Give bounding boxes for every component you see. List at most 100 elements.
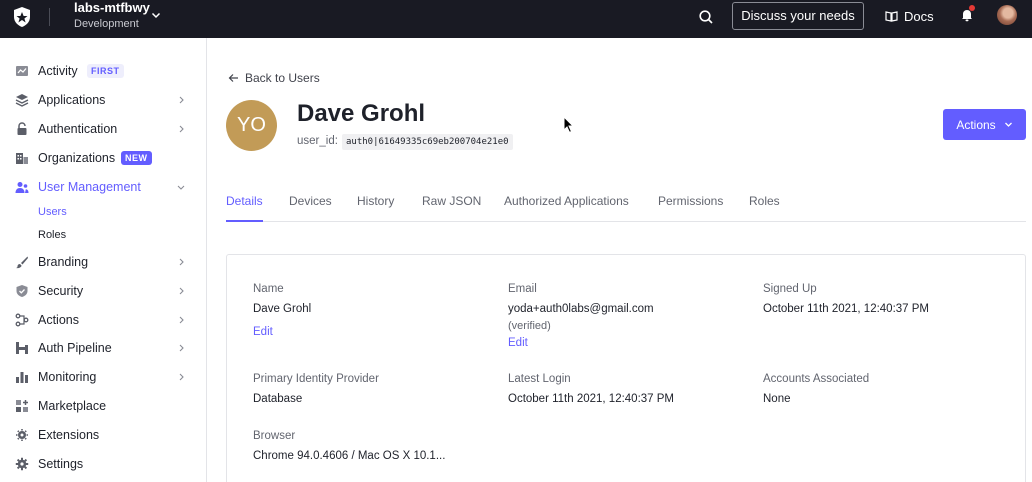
- identity-provider-value: Database: [253, 393, 303, 405]
- chevron-right-icon: [179, 373, 184, 381]
- chevron-down-icon: [177, 185, 185, 190]
- chevron-right-icon: [179, 316, 184, 324]
- sidebar-item-label: Auth Pipeline: [38, 341, 112, 355]
- grid-plus-icon: [16, 400, 28, 412]
- email-verified-note: (verified): [508, 320, 551, 332]
- sidebar-item-authentication[interactable]: Authentication: [0, 117, 206, 141]
- chevron-right-icon: [179, 125, 184, 133]
- chevron-right-icon: [179, 344, 184, 352]
- sidebar-item-label: Security: [38, 284, 84, 298]
- sidebar-item-label: User Management: [38, 180, 141, 194]
- layers-icon: [15, 94, 29, 107]
- sidebar-item-label: Applications: [38, 93, 106, 107]
- sidebar-item-monitoring[interactable]: Monitoring: [0, 365, 206, 389]
- sidebar-item-marketplace[interactable]: Marketplace: [0, 394, 206, 418]
- auth0-logo-icon[interactable]: [12, 6, 32, 28]
- user-id-label: user_id:: [297, 135, 338, 147]
- sidebar-item-label: Settings: [38, 457, 84, 471]
- tenant-switcher[interactable]: labs-mtfbwy Development: [74, 1, 150, 31]
- activity-icon: [16, 66, 28, 76]
- actions-label: Actions: [956, 117, 996, 132]
- mouse-cursor-icon: [563, 116, 575, 134]
- sidebar-subitem-roles[interactable]: Roles: [38, 229, 66, 241]
- email-label: Email: [508, 283, 537, 295]
- sidebar-item-label: Extensions: [38, 428, 100, 442]
- edit-email-link[interactable]: Edit: [508, 337, 528, 349]
- browser-label: Browser: [253, 430, 296, 442]
- notification-dot: [969, 5, 975, 11]
- tab-devices[interactable]: Devices: [289, 194, 332, 208]
- search-icon[interactable]: [697, 8, 715, 26]
- profile-avatar: YO: [226, 100, 277, 151]
- sidebar-item-user-management[interactable]: User Management: [0, 175, 206, 199]
- sidebar-item-label: Branding: [38, 255, 89, 269]
- user-id-value[interactable]: auth0|61649335c69eb200704e21e0: [342, 134, 513, 150]
- divider: [49, 8, 50, 26]
- back-to-users-link[interactable]: Back to Users: [228, 71, 320, 85]
- new-badge: NEW: [121, 151, 152, 165]
- latest-login-value: October 11th 2021, 12:40:37 PM: [508, 393, 675, 405]
- docs-label: Docs: [904, 8, 934, 24]
- sidebar-item-label: Actions: [38, 313, 79, 327]
- sidebar-item-applications[interactable]: Applications: [0, 88, 206, 112]
- sidebar-subitem-users[interactable]: Users: [38, 206, 67, 218]
- book-icon: [885, 11, 898, 22]
- signed-up-value: October 11th 2021, 12:40:37 PM: [763, 303, 930, 315]
- docs-link[interactable]: Docs: [885, 8, 934, 24]
- chevron-right-icon: [179, 258, 184, 266]
- sidebar-item-label: Activity: [38, 64, 78, 78]
- chevron-down-icon: [1004, 122, 1012, 127]
- chevron-right-icon: [179, 96, 184, 104]
- accounts-associated-label: Accounts Associated: [763, 373, 870, 385]
- tab-raw-json[interactable]: Raw JSON: [422, 194, 481, 208]
- sidebar-item-organizations[interactable]: Organizations NEW: [0, 146, 206, 170]
- sidebar-item-settings[interactable]: Settings: [0, 452, 206, 476]
- identity-provider-label: Primary Identity Provider: [253, 373, 379, 385]
- sidebar-item-activity[interactable]: Activity FIRST: [0, 59, 206, 83]
- sidebar-item-security[interactable]: Security: [0, 279, 206, 303]
- flow-icon: [15, 313, 29, 327]
- sidebar-item-extensions[interactable]: Extensions: [0, 423, 206, 447]
- sidebar-item-label: Authentication: [38, 122, 118, 136]
- building-icon: [16, 153, 28, 164]
- tenant-environment: Development: [74, 18, 139, 30]
- sidebar-item-actions[interactable]: Actions: [0, 308, 206, 332]
- name-label: Name: [253, 283, 284, 295]
- chevron-right-icon: [179, 287, 184, 295]
- tab-authorized-applications[interactable]: Authorized Applications: [504, 194, 629, 208]
- sidebar-item-label: Organizations: [38, 151, 116, 165]
- browser-value: Chrome 94.0.4606 / Mac OS X 10.1...: [253, 450, 446, 462]
- tab-details[interactable]: Details: [226, 194, 263, 208]
- sidebar: Activity FIRST Applications Authenticati…: [0, 38, 207, 482]
- sidebar-item-auth-pipeline[interactable]: Auth Pipeline: [0, 336, 206, 360]
- users-icon: [15, 182, 29, 193]
- latest-login-label: Latest Login: [508, 373, 571, 385]
- tenant-name: labs-mtfbwy: [74, 0, 150, 15]
- gear-icon: [15, 457, 29, 471]
- sidebar-item-branding[interactable]: Branding: [0, 250, 206, 274]
- first-badge: FIRST: [87, 64, 124, 78]
- actions-button[interactable]: Actions: [943, 109, 1026, 140]
- arrow-left-icon: [228, 74, 238, 82]
- accounts-associated-value: None: [763, 393, 791, 405]
- puzzle-icon: [16, 429, 28, 441]
- chevron-down-icon[interactable]: [150, 9, 162, 21]
- top-bar: labs-mtfbwy Development Discuss your nee…: [0, 0, 1032, 38]
- tab-bar: Details Devices History Raw JSON Authori…: [226, 187, 1026, 222]
- edit-name-link[interactable]: Edit: [253, 326, 273, 338]
- bar-chart-icon: [16, 372, 28, 383]
- discuss-needs-button[interactable]: Discuss your needs: [732, 2, 864, 30]
- pipeline-icon: [16, 342, 28, 354]
- tab-roles[interactable]: Roles: [749, 194, 780, 208]
- sidebar-item-label: Marketplace: [38, 399, 107, 413]
- user-avatar[interactable]: [997, 5, 1017, 25]
- sidebar-item-label: Monitoring: [38, 370, 97, 384]
- lock-icon: [17, 122, 27, 135]
- details-card: Name Dave Grohl Edit Email yoda+auth0lab…: [226, 254, 1026, 482]
- brush-icon: [16, 256, 28, 269]
- tab-history[interactable]: History: [357, 194, 394, 208]
- active-tab-indicator: [226, 220, 263, 222]
- shield-icon: [16, 285, 28, 297]
- name-value: Dave Grohl: [253, 303, 312, 315]
- tab-permissions[interactable]: Permissions: [658, 194, 723, 208]
